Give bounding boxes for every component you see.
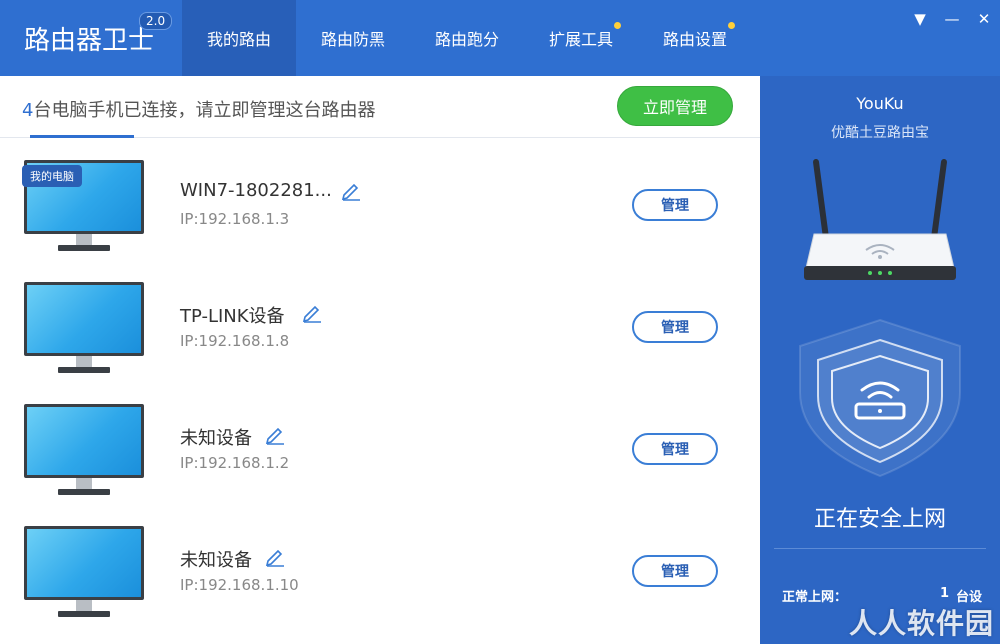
device-list-panel: 4台电脑手机已连接，请立即管理这台路由器 立即管理 我的电脑 WIN7-1802… (0, 76, 760, 644)
router-model: 优酷土豆路由宝 (831, 125, 929, 141)
manage-button[interactable]: 管理 (632, 433, 718, 465)
divider (774, 548, 986, 549)
monitor-icon (24, 282, 144, 382)
watermark: 人人软件园 (848, 607, 994, 640)
app-window: 路由器卫士 2.0 我的路由 路由防黑 路由跑分 扩展工具 路由设置 ▼ — ✕… (0, 0, 1000, 644)
tab-tools[interactable]: 扩展工具 (524, 0, 638, 76)
connection-status-bar: 4台电脑手机已连接，请立即管理这台路由器 立即管理 (0, 76, 760, 138)
tab-my-router[interactable]: 我的路由 (182, 0, 296, 76)
pencil-icon[interactable] (301, 301, 323, 323)
device-ip: IP:192.168.1.3 (180, 210, 290, 228)
version-badge: 2.0 (139, 12, 173, 30)
monitor-icon: 我的电脑 (22, 160, 144, 260)
window-controls: ▼ — ✕ (912, 10, 992, 28)
pencil-icon[interactable] (264, 423, 286, 445)
device-ip: IP:192.168.1.2 (180, 454, 290, 472)
tab-label: 路由跑分 (434, 30, 499, 49)
tab-label: 路由防黑 (320, 30, 385, 49)
device-name: 未知设备 (180, 550, 252, 571)
security-status: 正在安全上网 (813, 507, 946, 532)
device-row: 未知设备 IP:192.168.1.10 管理 (0, 504, 760, 626)
my-computer-badge: 我的电脑 (22, 165, 82, 187)
device-ip: IP:192.168.1.8 (180, 332, 290, 350)
router-name: YouKu (856, 94, 904, 113)
manage-button[interactable]: 管理 (632, 555, 718, 587)
device-count: 4 (22, 100, 34, 121)
manage-button[interactable]: 管理 (632, 189, 718, 221)
tab-benchmark[interactable]: 路由跑分 (410, 0, 524, 76)
manage-button[interactable]: 管理 (632, 311, 718, 343)
pencil-icon[interactable] (264, 545, 286, 567)
connection-status-text: 4台电脑手机已连接，请立即管理这台路由器 (22, 96, 375, 122)
close-icon[interactable]: ✕ (976, 10, 992, 28)
device-name: WIN7-1802281... (180, 180, 332, 201)
device-row: TP-LINK设备 IP:192.168.1.8 管理 (0, 260, 760, 382)
monitor-icon (24, 404, 144, 504)
main-nav: 我的路由 路由防黑 路由跑分 扩展工具 路由设置 (182, 0, 752, 76)
tab-anti-hack[interactable]: 路由防黑 (296, 0, 410, 76)
device-row: 我的电脑 WIN7-1802281... IP:192.168.1.3 管理 (0, 138, 760, 260)
router-info-panel: YouKu 优酷土豆路由宝 正在安全上网 正常上网： 1 台设 (760, 76, 1000, 644)
online-count: 1 (940, 586, 950, 601)
app-title: 路由器卫士 (24, 26, 155, 56)
device-ip: IP:192.168.1.10 (180, 576, 299, 594)
status-message: 台电脑手机已连接，请立即管理这台路由器 (33, 100, 376, 121)
manage-now-button[interactable]: 立即管理 (617, 86, 733, 126)
header-bar: 路由器卫士 2.0 我的路由 路由防黑 路由跑分 扩展工具 路由设置 ▼ — ✕ (0, 0, 1000, 76)
pencil-icon[interactable] (340, 179, 362, 201)
device-name: 未知设备 (180, 428, 252, 449)
shield-wifi-icon (799, 318, 961, 478)
monitor-icon (24, 526, 144, 626)
online-label: 正常上网： (782, 590, 848, 605)
menu-icon[interactable]: ▼ (912, 10, 928, 28)
tab-settings[interactable]: 路由设置 (638, 0, 752, 76)
tab-label: 我的路由 (206, 30, 271, 49)
notification-dot (728, 22, 735, 29)
tab-label: 路由设置 (662, 30, 727, 49)
device-name: TP-LINK设备 (180, 306, 285, 327)
tab-label: 扩展工具 (548, 30, 613, 49)
device-row: 未知设备 IP:192.168.1.2 管理 (0, 382, 760, 504)
router-icon (804, 159, 956, 280)
notification-dot (614, 22, 621, 29)
minimize-icon[interactable]: — (944, 10, 960, 28)
